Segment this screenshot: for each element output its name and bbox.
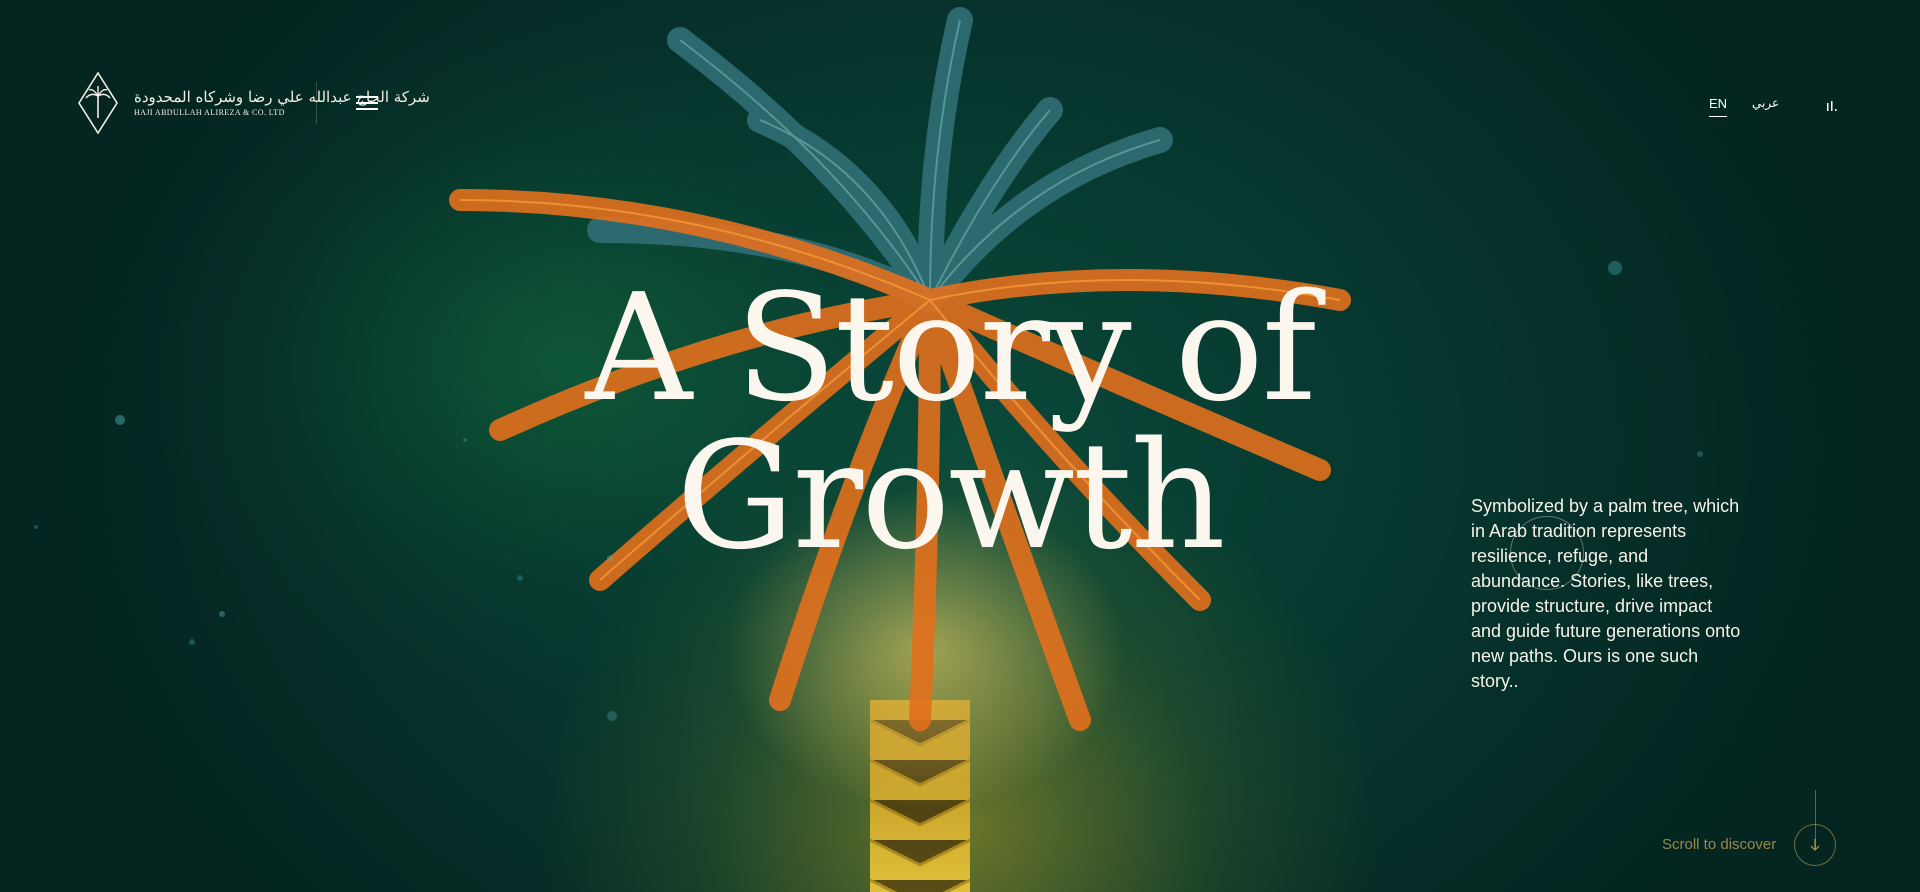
hamburger-menu-icon[interactable] (356, 94, 378, 112)
scroll-label: Scroll to discover (1662, 836, 1777, 853)
palm-diamond-logo-icon (78, 72, 118, 134)
audio-bars-icon[interactable] (1826, 99, 1840, 111)
header-divider (316, 82, 317, 124)
site-header: شركة الحاج عبدالله علي رضا وشركاه المحدو… (0, 0, 1920, 200)
logo-english-name: HAJI ABDULLAH ALIREZA & CO. LTD (134, 108, 285, 117)
logo-arabic-name: شركة الحاج عبدالله علي رضا وشركاه المحدو… (134, 88, 430, 106)
hero-headline-line-2: Growth (676, 410, 1226, 582)
language-en-link[interactable]: EN (1709, 96, 1728, 117)
scroll-to-discover-button[interactable]: Scroll to discover (1662, 790, 1842, 866)
hero-intro-text: Symbolized by a palm tree, which in Arab… (1471, 496, 1741, 691)
arrow-down-icon (1810, 839, 1820, 851)
company-logo[interactable]: شركة الحاج عبدالله علي رضا وشركاه المحدو… (78, 72, 430, 134)
hero-headline: A Story of Growth (470, 274, 1430, 570)
hero-headline-line-1: A Story of (585, 262, 1316, 434)
language-arabic-link[interactable]: عربي (1752, 96, 1779, 110)
